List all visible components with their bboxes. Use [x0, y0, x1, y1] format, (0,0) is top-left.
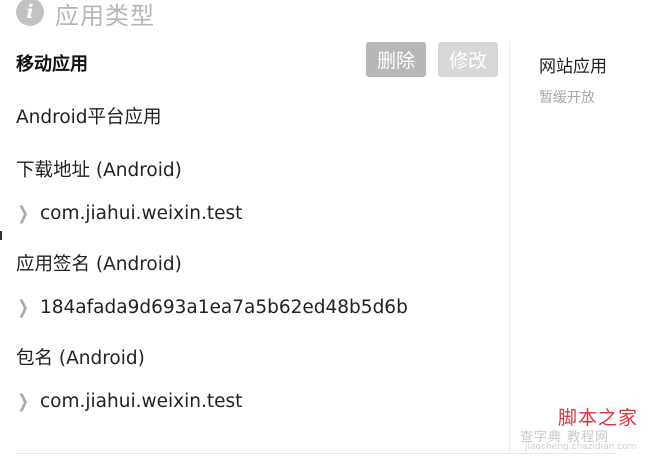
web-app-title: 网站应用	[539, 57, 607, 77]
package-name-item: ❯ com.jiahui.weixin.test	[16, 391, 243, 412]
package-name-value: com.jiahui.weixin.test	[40, 391, 243, 412]
chevron-right-icon: ❯	[17, 391, 29, 412]
app-signature-label: 应用签名 (Android)	[16, 254, 182, 275]
web-app-status: 暂缓开放	[539, 90, 595, 106]
section-header: i 应用类型	[16, 0, 155, 30]
chevron-right-icon: ❯	[17, 297, 29, 318]
watermark-url: jiaocheng.chazidian.com	[525, 442, 637, 452]
panel-divider	[509, 42, 510, 452]
info-icon: i	[16, 0, 44, 26]
app-signature-value: 184afada9d693a1ea7a5b62ed48b5d6b	[40, 297, 408, 318]
download-address-item: ❯ com.jiahui.weixin.test	[16, 203, 243, 224]
bottom-divider	[16, 453, 616, 454]
chevron-right-icon: ❯	[17, 203, 29, 224]
app-signature-item: ❯ 184afada9d693a1ea7a5b62ed48b5d6b	[16, 297, 408, 318]
edit-button[interactable]: 修改	[438, 42, 498, 77]
platform-label: Android平台应用	[16, 107, 162, 128]
delete-button[interactable]: 删除	[366, 42, 426, 77]
edge-mark	[0, 231, 2, 240]
download-address-value: com.jiahui.weixin.test	[40, 203, 243, 224]
package-name-label: 包名 (Android)	[16, 348, 145, 369]
download-address-label: 下载地址 (Android)	[16, 160, 182, 181]
mobile-app-title: 移动应用	[16, 54, 88, 75]
section-title: 应用类型	[55, 1, 155, 30]
app-type-page: i 应用类型 移动应用 删除 修改 Android平台应用 下载地址 (Andr…	[0, 0, 657, 457]
